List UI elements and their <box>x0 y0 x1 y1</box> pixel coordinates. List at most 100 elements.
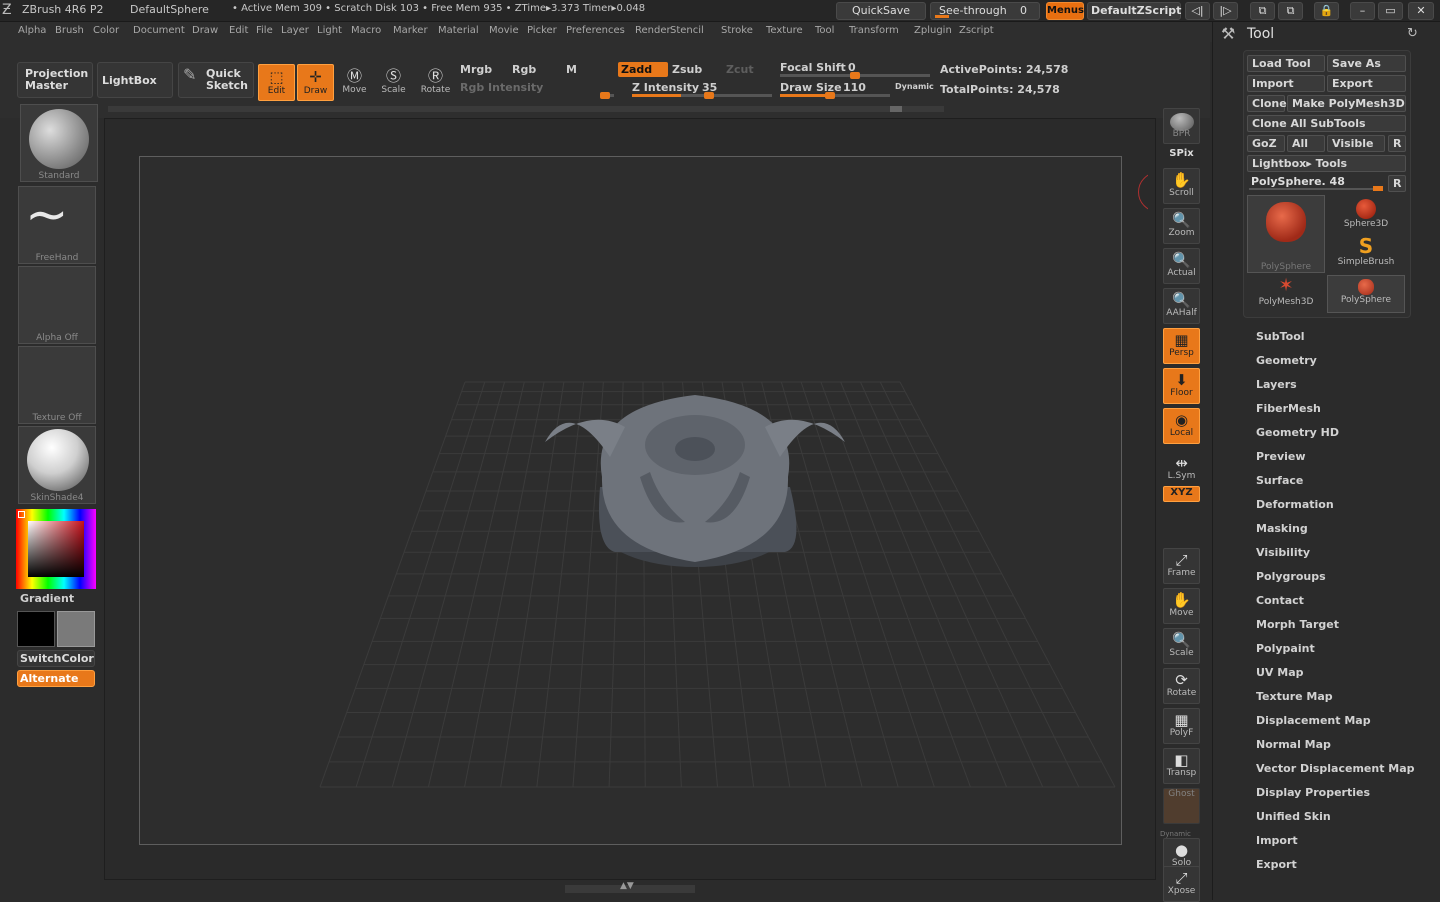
menu-zscript[interactable]: Zscript <box>959 25 994 36</box>
rgb-intensity-knob[interactable] <box>600 92 610 99</box>
layout-icon[interactable]: ⧉ <box>1250 2 1275 20</box>
menu-preferences[interactable]: Preferences <box>566 25 625 36</box>
current-tool-slider[interactable]: PolySphere. 48 <box>1247 174 1385 191</box>
maximize-icon[interactable]: ▭ <box>1378 2 1403 20</box>
tool-thumb-polysphere[interactable]: PolySphere <box>1247 195 1325 273</box>
floor-button[interactable]: ⬇ Floor <box>1163 368 1200 404</box>
menu-marker[interactable]: Marker <box>393 25 428 36</box>
dynamic-toggle[interactable]: Dynamic <box>895 82 934 91</box>
scroll-right-icon[interactable]: |▷ <box>1213 2 1238 20</box>
close-icon[interactable]: ✕ <box>1408 2 1434 20</box>
section-masking[interactable]: Masking <box>1256 522 1308 535</box>
transp-button[interactable]: ◧ Transp <box>1163 748 1200 784</box>
gradient-toggle[interactable]: Gradient <box>20 592 74 605</box>
menu-light[interactable]: Light <box>317 25 342 36</box>
section-uv-map[interactable]: UV Map <box>1256 666 1304 679</box>
section-surface[interactable]: Surface <box>1256 474 1303 487</box>
rgb-intensity-slider[interactable]: Rgb Intensity <box>460 81 543 94</box>
local-button[interactable]: ◉ Local <box>1163 408 1200 444</box>
scroll-button[interactable]: ✋ Scroll <box>1163 168 1200 204</box>
shelf-scrollbar[interactable] <box>108 106 944 112</box>
polyf-button[interactable]: ▦ PolyF <box>1163 708 1200 744</box>
menu-zplugin[interactable]: Zplugin <box>914 25 952 36</box>
menu-alpha[interactable]: Alpha <box>18 25 46 36</box>
move-button[interactable]: Ⓜ Move <box>336 64 373 101</box>
section-geometry[interactable]: Geometry <box>1256 354 1317 367</box>
draw-button[interactable]: ✛ Draw <box>297 64 334 101</box>
menus-button[interactable]: Menus <box>1046 2 1084 20</box>
goz-visible-button[interactable]: Visible <box>1327 135 1385 152</box>
stroke-picker[interactable]: ~ FreeHand <box>18 186 96 264</box>
rotate-button[interactable]: ⟳ Rotate <box>1163 668 1200 704</box>
z-intensity-slider[interactable] <box>632 92 772 99</box>
quicksave-button[interactable]: QuickSave <box>836 2 926 20</box>
draw-size-slider[interactable] <box>780 92 890 99</box>
menu-material[interactable]: Material <box>438 25 479 36</box>
rotate-button[interactable]: Ⓡ Rotate <box>417 64 454 101</box>
bpr-button[interactable]: BPR <box>1163 108 1200 144</box>
section-visibility[interactable]: Visibility <box>1256 546 1310 559</box>
lock-icon[interactable]: 🔒 <box>1314 2 1339 20</box>
scale-button[interactable]: Ⓢ Scale <box>375 64 412 101</box>
menu-stencil[interactable]: Stencil <box>670 25 704 36</box>
secondary-color-swatch[interactable] <box>57 611 95 647</box>
projection-master-button[interactable]: Projection Master <box>17 62 93 98</box>
xpose-button[interactable]: ⤢ Xpose <box>1163 866 1200 902</box>
section-preview[interactable]: Preview <box>1256 450 1306 463</box>
scale-button[interactable]: 🔍 Scale <box>1163 628 1200 664</box>
section-polypaint[interactable]: Polypaint <box>1256 642 1315 655</box>
section-fibermesh[interactable]: FiberMesh <box>1256 402 1321 415</box>
menu-file[interactable]: File <box>256 25 273 36</box>
section-displacement-map[interactable]: Displacement Map <box>1256 714 1371 727</box>
section-geometry-hd[interactable]: Geometry HD <box>1256 426 1339 439</box>
zadd-button[interactable]: Zadd <box>618 62 669 77</box>
alternate-button[interactable]: Alternate <box>17 670 95 687</box>
zcut-button[interactable]: Zcut <box>726 63 754 76</box>
menu-texture[interactable]: Texture <box>766 25 803 36</box>
tool-r-button[interactable]: R <box>1388 175 1406 192</box>
section-vector-displacement-map[interactable]: Vector Displacement Map <box>1256 762 1415 775</box>
mrgb-button[interactable]: Mrgb <box>460 63 492 76</box>
menu-transform[interactable]: Transform <box>849 25 899 36</box>
import-button[interactable]: Import <box>1247 75 1325 92</box>
primary-color-swatch[interactable] <box>17 611 55 647</box>
document-frame[interactable] <box>139 156 1122 845</box>
ghost-button[interactable]: Ghost <box>1163 788 1200 824</box>
section-subtool[interactable]: SubTool <box>1256 330 1305 343</box>
frame-button[interactable]: ⤢ Frame <box>1163 548 1200 584</box>
menu-tool[interactable]: Tool <box>815 25 834 36</box>
edit-button[interactable]: ⬚ Edit <box>258 64 295 101</box>
spix-button[interactable]: SPix <box>1163 148 1200 166</box>
clone-all-subtools-button[interactable]: Clone All SubTools <box>1247 115 1406 132</box>
menu-brush[interactable]: Brush <box>55 25 84 36</box>
section-polygroups[interactable]: Polygroups <box>1256 570 1326 583</box>
quick-sketch-button[interactable]: Quick Sketch ✎ <box>178 62 254 98</box>
tool-thumb-simplebrush[interactable]: S SimpleBrush <box>1327 235 1405 273</box>
section-layers[interactable]: Layers <box>1256 378 1297 391</box>
goz-all-button[interactable]: All <box>1287 135 1325 152</box>
texture-picker[interactable]: Texture Off <box>18 346 96 424</box>
alpha-picker[interactable]: Alpha Off <box>18 266 96 344</box>
color-picker-square[interactable] <box>28 521 84 577</box>
default-zscript-button[interactable]: DefaultZScript <box>1087 2 1181 20</box>
reset-icon[interactable]: ↻ <box>1407 26 1418 41</box>
section-deformation[interactable]: Deformation <box>1256 498 1334 511</box>
section-contact[interactable]: Contact <box>1256 594 1304 607</box>
move-button[interactable]: ✋ Move <box>1163 588 1200 624</box>
persp-button[interactable]: ▦ Persp <box>1163 328 1200 364</box>
section-export[interactable]: Export <box>1256 858 1297 871</box>
minimize-icon[interactable]: – <box>1350 2 1375 20</box>
zsub-button[interactable]: Zsub <box>672 63 702 76</box>
lightbox-tools-button[interactable]: Lightbox▸ Tools <box>1247 155 1406 172</box>
color-picker[interactable] <box>16 509 96 589</box>
material-picker[interactable]: SkinShade4 <box>18 426 96 504</box>
aahalf-button[interactable]: 🔍 AAHalf <box>1163 288 1200 324</box>
menu-picker[interactable]: Picker <box>527 25 557 36</box>
section-import[interactable]: Import <box>1256 834 1298 847</box>
menu-movie[interactable]: Movie <box>489 25 519 36</box>
bottom-tray-handle[interactable]: ▲▼ <box>565 881 695 893</box>
clone-button[interactable]: Clone <box>1247 95 1287 112</box>
menu-edit[interactable]: Edit <box>229 25 248 36</box>
switchcolor-button[interactable]: SwitchColor <box>17 650 95 667</box>
menu-layer[interactable]: Layer <box>281 25 309 36</box>
